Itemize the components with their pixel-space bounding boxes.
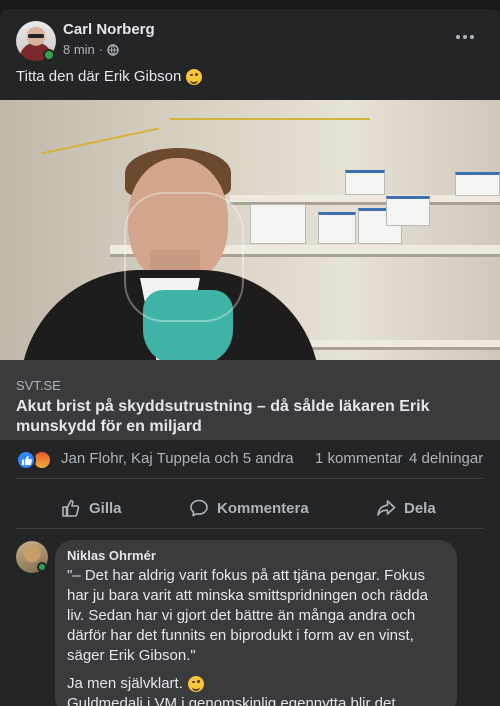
comment-count[interactable]: 1 kommentar [315, 450, 403, 467]
post-time[interactable]: 8 min [63, 42, 95, 57]
divider [16, 528, 484, 529]
comment-line-text: Ja men självklart. [67, 675, 183, 692]
comment-line: Ja men självklart. [67, 674, 445, 694]
post-header: Carl Norberg 8 min · [0, 9, 500, 69]
comment-icon [190, 499, 208, 517]
post-meta: 8 min · [63, 42, 119, 57]
comment-label: Kommentera [217, 499, 309, 517]
link-title[interactable]: Akut brist på skyddsutrustning – då såld… [16, 397, 486, 437]
post-card: Carl Norberg 8 min · Titta den där Erik … [0, 9, 500, 706]
thumbs-up-icon [62, 499, 80, 517]
comment-line-text: Guldmedalj i VM i genomskinlig egennytta… [67, 695, 400, 706]
commenter-name[interactable]: Niklas Ohrmér [67, 548, 445, 563]
comment-button[interactable]: Kommentera [189, 491, 309, 525]
reactors-summary[interactable]: Jan Flohr, Kaj Tuppela och 5 andra [61, 450, 294, 467]
meta-separator: · [98, 42, 104, 57]
like-reaction-icon [16, 450, 36, 470]
comment-bubble: Niklas Ohrmér "– Det har aldrig varit fo… [55, 540, 457, 706]
winking-face-emoji-icon [186, 68, 203, 85]
share-icon [377, 500, 396, 516]
post-body: Titta den där Erik Gibson [16, 68, 182, 85]
share-button[interactable]: Dela [376, 491, 436, 525]
link-domain: SVT.SE [16, 378, 61, 393]
globe-icon [107, 43, 119, 56]
share-label: Dela [404, 499, 436, 517]
article-photo[interactable] [0, 100, 500, 360]
link-preview[interactable]: SVT.SE Akut brist på skyddsutrustning – … [0, 100, 500, 440]
winking-face-emoji-icon [187, 676, 204, 692]
reaction-icons[interactable] [16, 450, 56, 470]
author-name[interactable]: Carl Norberg [63, 21, 155, 38]
reaction-stats: Jan Flohr, Kaj Tuppela och 5 andra 1 kom… [0, 447, 500, 473]
online-status-dot [43, 49, 55, 61]
like-label: Gilla [89, 499, 122, 517]
more-options-icon[interactable] [450, 27, 480, 47]
comment-item: Niklas Ohrmér "– Det har aldrig varit fo… [0, 531, 500, 706]
like-button[interactable]: Gilla [61, 491, 122, 525]
action-bar: Gilla Kommentera Dela [0, 487, 500, 527]
commenter-online-dot [37, 562, 47, 572]
share-count[interactable]: 4 delningar [409, 450, 483, 467]
comment-text: "– Det har aldrig varit fokus på att tjä… [67, 566, 445, 706]
divider [16, 478, 484, 479]
post-text: Titta den där Erik Gibson [16, 68, 203, 85]
comment-paragraph: "– Det har aldrig varit fokus på att tjä… [67, 567, 429, 664]
